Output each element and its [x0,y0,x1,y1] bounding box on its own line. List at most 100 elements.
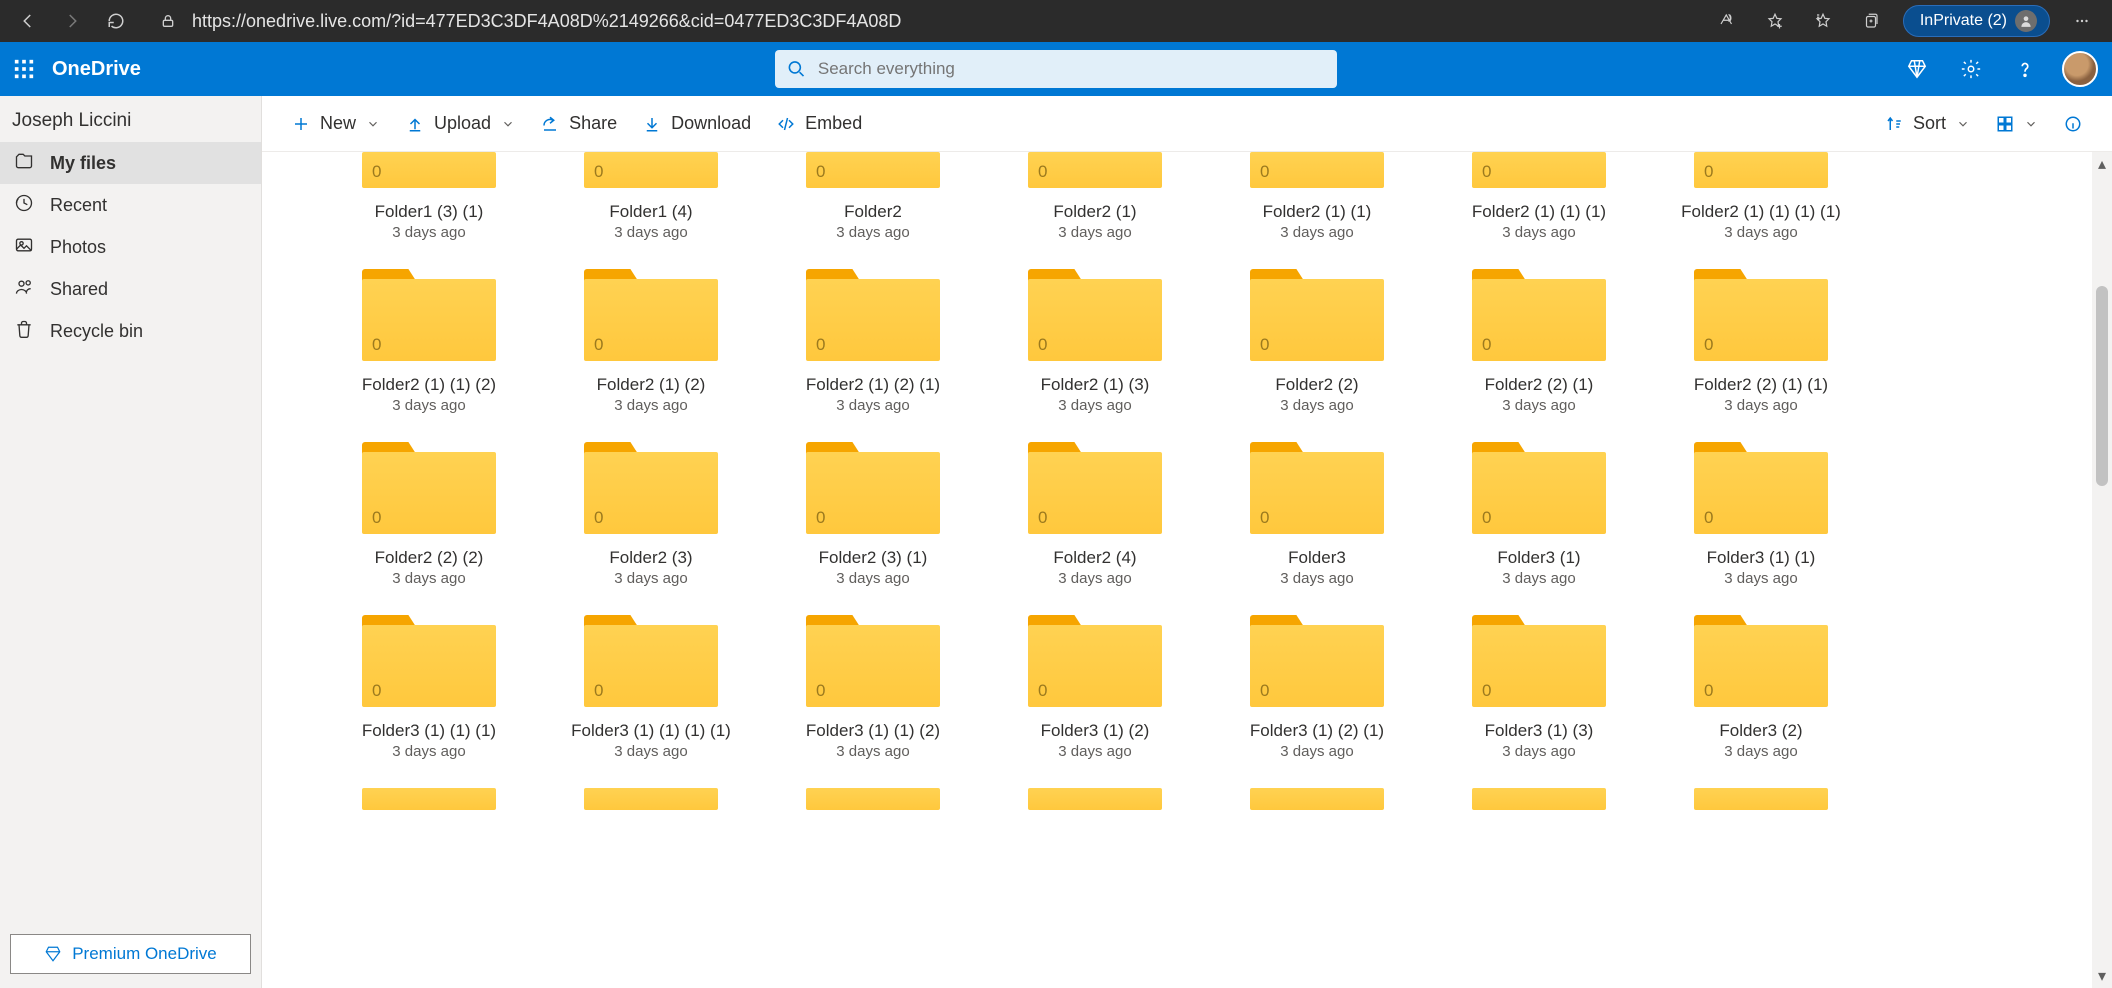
folder-tile[interactable]: 0Folder2 (2) (1)3 days ago [1446,269,1632,414]
folder-icon: 0 [584,269,718,361]
folder-tile[interactable]: 0Folder1 (4)3 days ago [558,152,744,241]
folder-tile[interactable]: 0Folder2 (2) (1) (1)3 days ago [1668,269,1854,414]
folder-count: 0 [1482,508,1491,528]
app-launcher-button[interactable] [0,42,48,96]
sidebar-item-recycle-bin[interactable]: Recycle bin [0,310,261,352]
folder-tile[interactable]: 0Folder3 (1)3 days ago [1446,442,1632,587]
folder-icon: 0 [1028,615,1162,707]
embed-button[interactable]: Embed [767,107,872,140]
folder-tile[interactable] [336,788,522,810]
scrollbar[interactable]: ▴ ▾ [2092,152,2112,988]
upload-button[interactable]: Upload [396,107,525,140]
add-favorite-button[interactable] [1753,3,1797,39]
content-area: New Upload Share Download Embed [262,96,2112,988]
file-grid-scroll[interactable]: 0Folder1 (3) (1)3 days ago 0Folder1 (4)3 … [262,152,2112,988]
sidebar-item-shared[interactable]: Shared [0,268,261,310]
folder-icon: 0 [1250,269,1384,361]
folder-modified: 3 days ago [614,224,687,241]
account-avatar[interactable] [2062,51,2098,87]
sidebar-item-my-files[interactable]: My files [0,142,261,184]
folder-tile[interactable]: 0Folder2 (2) (2)3 days ago [336,442,522,587]
folder-tile[interactable]: 0Folder2 (1) (2) (1)3 days ago [780,269,966,414]
folder-tile[interactable] [1668,788,1854,810]
folder-tile[interactable]: 0Folder2 (1) (1)3 days ago [1224,152,1410,241]
share-button[interactable]: Share [531,107,627,140]
folder-count: 0 [1482,681,1491,701]
folder-tile[interactable]: 0Folder33 days ago [1224,442,1410,587]
folder-tile[interactable]: 0Folder3 (1) (2)3 days ago [1002,615,1188,760]
folder-count: 0 [1260,508,1269,528]
folder-tile[interactable]: 0Folder2 (3)3 days ago [558,442,744,587]
back-button[interactable] [8,3,48,39]
folder-icon: 0 [806,442,940,534]
folder-tile[interactable]: 0Folder2 (2)3 days ago [1224,269,1410,414]
folder-tile[interactable]: 0Folder2 (1) (1) (1)3 days ago [1446,152,1632,241]
folder-name: Folder3 (1) (1) (1) (1) [571,721,731,741]
folder-modified: 3 days ago [392,743,465,760]
sidebar-item-recent[interactable]: Recent [0,184,261,226]
folder-tile[interactable] [558,788,744,810]
folder-icon [1472,788,1606,810]
search-box[interactable] [775,50,1337,88]
settings-button[interactable] [1954,52,1988,86]
help-button[interactable] [2008,52,2042,86]
folder-tile[interactable]: 0Folder3 (1) (2) (1)3 days ago [1224,615,1410,760]
folder-tile[interactable] [780,788,966,810]
forward-button[interactable] [52,3,92,39]
folder-tile[interactable]: 0Folder3 (1) (1) (1)3 days ago [336,615,522,760]
read-aloud-button[interactable]: ) [1705,3,1749,39]
sidebar-item-photos[interactable]: Photos [0,226,261,268]
folder-modified: 3 days ago [836,570,909,587]
favorites-button[interactable] [1801,3,1845,39]
folder-tile[interactable]: 0Folder23 days ago [780,152,966,241]
folder-tile[interactable]: 0Folder3 (2)3 days ago [1668,615,1854,760]
folder-tile[interactable]: 0Folder2 (1) (1) (2)3 days ago [336,269,522,414]
folder-tile[interactable]: 0Folder3 (1) (1)3 days ago [1668,442,1854,587]
folder-tile[interactable]: 0Folder2 (1) (2)3 days ago [558,269,744,414]
folder-tile[interactable]: 0Folder3 (1) (1) (1) (1)3 days ago [558,615,744,760]
folder-icon: 0 [1250,615,1384,707]
inprivate-indicator[interactable]: InPrivate (2) [1903,5,2050,37]
view-button[interactable] [1986,109,2048,139]
info-button[interactable] [2054,109,2092,139]
premium-icon[interactable] [1900,52,1934,86]
sort-button[interactable]: Sort [1875,107,1980,140]
folder-modified: 3 days ago [614,570,687,587]
search-input[interactable] [818,59,1325,79]
folder-icon: 0 [362,152,496,188]
premium-onedrive-button[interactable]: Premium OneDrive [10,934,251,974]
chevron-down-icon [1956,117,1970,131]
folder-tile[interactable] [1446,788,1632,810]
folder-icon: 0 [362,442,496,534]
folder-count: 0 [816,681,825,701]
scroll-down-icon[interactable]: ▾ [2092,964,2112,988]
svg-text:): ) [1729,16,1731,22]
folder-tile[interactable]: 0Folder2 (4)3 days ago [1002,442,1188,587]
folder-tile[interactable] [1224,788,1410,810]
folder-tile[interactable]: 0Folder3 (1) (1) (2)3 days ago [780,615,966,760]
folder-tile[interactable]: 0Folder2 (1) (1) (1) (1)3 days ago [1668,152,1854,241]
folder-icon [806,788,940,810]
folder-count: 0 [1038,335,1047,355]
folder-tile[interactable] [1002,788,1188,810]
scroll-thumb[interactable] [2096,286,2108,486]
folder-name: Folder2 [844,202,902,222]
refresh-button[interactable] [96,3,136,39]
folder-modified: 3 days ago [1502,743,1575,760]
folder-tile[interactable]: 0Folder2 (3) (1)3 days ago [780,442,966,587]
address-bar[interactable]: https://onedrive.live.com/?id=477ED3C3DF… [192,11,901,32]
folder-modified: 3 days ago [1724,743,1797,760]
folder-tile[interactable]: 0Folder2 (1)3 days ago [1002,152,1188,241]
new-button[interactable]: New [282,107,390,140]
download-button[interactable]: Download [633,107,761,140]
folder-tile[interactable]: 0Folder1 (3) (1)3 days ago [336,152,522,241]
folder-tile[interactable]: 0Folder2 (1) (3)3 days ago [1002,269,1188,414]
folder-tile[interactable]: 0Folder3 (1) (3)3 days ago [1446,615,1632,760]
scroll-up-icon[interactable]: ▴ [2092,152,2112,176]
folder-name: Folder3 (1) (1) [1707,548,1816,568]
folder-count: 0 [1704,162,1713,182]
nav-icon [14,319,34,344]
folder-count: 0 [1260,681,1269,701]
more-button[interactable] [2060,3,2104,39]
collections-button[interactable] [1849,3,1893,39]
